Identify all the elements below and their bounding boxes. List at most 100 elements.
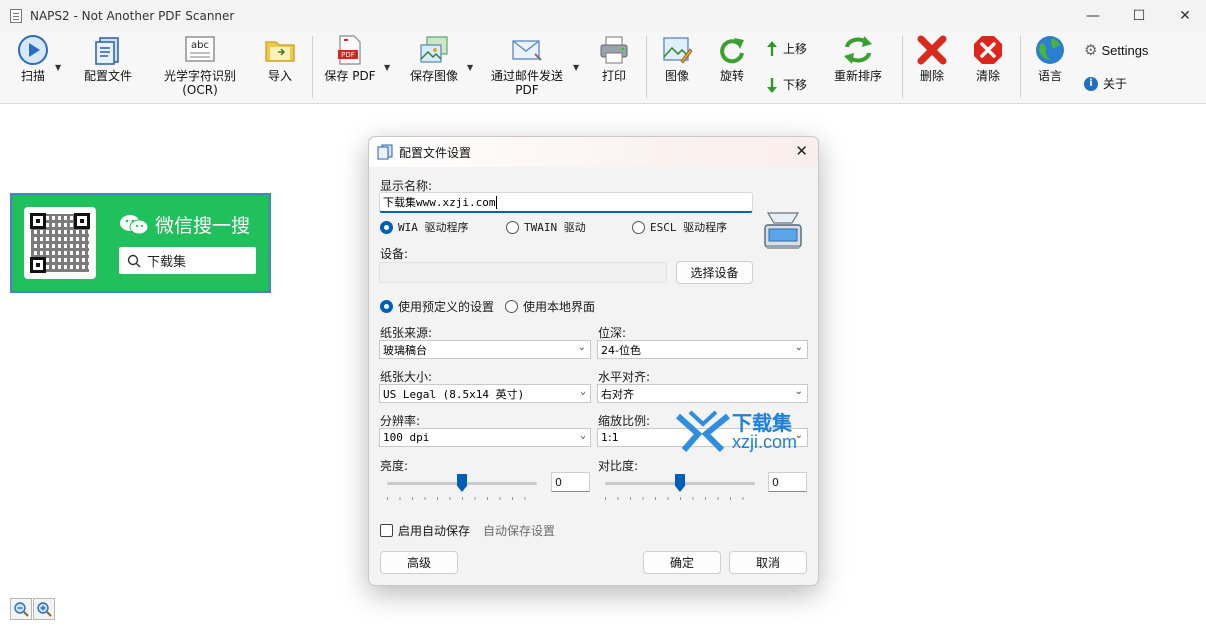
printer-icon bbox=[598, 34, 630, 66]
wechat-banner-image: 微信搜一搜 下载集 bbox=[14, 197, 267, 289]
device-label: 设备: bbox=[380, 247, 409, 261]
escl-driver-radio[interactable]: ESCL 驱动程序 bbox=[632, 219, 727, 235]
rotate-icon bbox=[716, 34, 748, 66]
contrast-slider-thumb[interactable] bbox=[675, 474, 685, 492]
dialog-title-bar: 配置文件设置 ✕ bbox=[369, 137, 818, 167]
paper-source-select[interactable]: 玻璃稿台 ⌄ bbox=[379, 340, 591, 359]
resolution-select[interactable]: 100 dpi ⌄ bbox=[379, 428, 591, 447]
dialog-close-icon[interactable]: ✕ bbox=[795, 142, 808, 160]
svg-text:PDF: PDF bbox=[341, 51, 355, 59]
contrast-label: 对比度: bbox=[598, 459, 639, 473]
zoom-in-button[interactable] bbox=[33, 598, 55, 620]
zoom-out-icon bbox=[14, 602, 29, 617]
brightness-label: 亮度: bbox=[380, 459, 409, 473]
toolbar-separator bbox=[646, 36, 647, 98]
chevron-down-icon: ⌄ bbox=[579, 386, 586, 397]
paper-source-label: 纸张来源: bbox=[380, 326, 433, 340]
toolbar-separator bbox=[312, 36, 313, 98]
chevron-down-icon: ⌄ bbox=[794, 386, 803, 397]
scanner-icon bbox=[764, 212, 802, 249]
email-pdf-button[interactable]: 通过邮件发送 PDF bbox=[488, 34, 566, 102]
watermark-text: 下载集 bbox=[732, 411, 792, 435]
move-down-button[interactable]: 下移 bbox=[766, 76, 807, 93]
ok-button[interactable]: 确定 bbox=[643, 551, 721, 574]
resolution-label: 分辨率: bbox=[380, 414, 421, 428]
use-predefined-settings-radio[interactable]: 使用预定义的设置 bbox=[380, 298, 494, 315]
brightness-input[interactable]: 0 bbox=[551, 472, 590, 492]
title-bar: NAPS2 - Not Another PDF Scanner — ☐ ✕ bbox=[0, 0, 1206, 32]
chevron-down-icon: ⌄ bbox=[577, 342, 586, 353]
ocr-icon: abc bbox=[184, 34, 216, 66]
horizontal-align-select[interactable]: 右对齐 ⌄ bbox=[597, 384, 808, 403]
bit-depth-label: 位深: bbox=[598, 326, 627, 340]
image-button[interactable]: 图像 bbox=[660, 34, 694, 102]
enable-auto-save-checkbox[interactable]: 启用自动保存 bbox=[380, 522, 470, 539]
settings-button[interactable]: ⚙ Settings bbox=[1084, 41, 1148, 59]
device-field bbox=[379, 262, 667, 283]
profiles-button[interactable]: 配置文件 bbox=[80, 34, 136, 102]
save-pdf-dropdown-arrow[interactable]: ▼ bbox=[384, 63, 390, 72]
brightness-slider-thumb[interactable] bbox=[457, 474, 467, 492]
watermark-logo-icon bbox=[676, 410, 730, 453]
brightness-slider[interactable] bbox=[387, 473, 537, 507]
print-button[interactable]: 打印 bbox=[596, 34, 632, 102]
save-pdf-button[interactable]: PDF 保存 PDF bbox=[322, 34, 378, 102]
delete-button[interactable]: 删除 bbox=[914, 34, 950, 102]
page-thumbnail[interactable]: 微信搜一搜 下载集 bbox=[10, 193, 271, 293]
delete-x-icon bbox=[916, 34, 948, 66]
choose-device-button[interactable]: 选择设备 bbox=[676, 261, 753, 284]
wechat-search-box: 下载集 bbox=[119, 247, 256, 274]
import-button[interactable]: 导入 bbox=[262, 34, 298, 102]
reorder-icon bbox=[842, 34, 874, 66]
minimize-button[interactable]: — bbox=[1070, 0, 1116, 32]
gear-icon: ⚙ bbox=[1084, 41, 1098, 59]
images-icon bbox=[418, 34, 450, 66]
contrast-slider[interactable] bbox=[605, 473, 755, 507]
scan-icon bbox=[17, 34, 49, 66]
clear-button[interactable]: 清除 bbox=[970, 34, 1006, 102]
twain-driver-radio[interactable]: TWAIN 驱动 bbox=[506, 219, 586, 235]
save-images-dropdown-arrow[interactable]: ▼ bbox=[467, 63, 473, 72]
email-icon bbox=[511, 34, 543, 66]
chevron-down-icon: ⌄ bbox=[579, 430, 586, 441]
clear-icon bbox=[972, 34, 1004, 66]
bit-depth-select[interactable]: 24-位色 ⌄ bbox=[597, 340, 808, 359]
arrow-up-icon bbox=[767, 40, 777, 56]
dialog-title: 配置文件设置 bbox=[399, 145, 472, 160]
move-up-button[interactable]: 上移 bbox=[766, 40, 807, 57]
qr-code bbox=[24, 207, 96, 279]
about-button[interactable]: i 关于 bbox=[1084, 75, 1127, 92]
auto-save-settings-link[interactable]: 自动保存设置 bbox=[483, 522, 555, 539]
toolbar-separator bbox=[1020, 36, 1021, 98]
zoom-out-button[interactable] bbox=[10, 598, 32, 620]
scan-dropdown-arrow[interactable]: ▼ bbox=[55, 63, 61, 72]
page-size-select[interactable]: US Legal (8.5x14 英寸) ⌄ bbox=[379, 384, 591, 403]
wechat-title: 微信搜一搜 bbox=[119, 211, 250, 238]
reorder-button[interactable]: 重新排序 bbox=[830, 34, 886, 102]
display-name-input[interactable]: 下载集www.xzji.com bbox=[379, 192, 753, 213]
svg-text:abc: abc bbox=[191, 40, 209, 51]
maximize-button[interactable]: ☐ bbox=[1116, 0, 1162, 32]
contrast-input[interactable]: 0 bbox=[768, 472, 807, 492]
advanced-button[interactable]: 高级 bbox=[380, 551, 458, 574]
pdf-icon: PDF bbox=[334, 34, 366, 66]
scan-button[interactable]: 扫描 bbox=[14, 34, 52, 102]
scale-label: 缩放比例: bbox=[598, 414, 651, 428]
page-size-label: 纸张大小: bbox=[380, 370, 433, 384]
profiles-icon bbox=[377, 144, 393, 160]
use-native-ui-radio[interactable]: 使用本地界面 bbox=[505, 298, 595, 315]
email-dropdown-arrow[interactable]: ▼ bbox=[573, 63, 579, 72]
app-icon bbox=[10, 9, 22, 23]
wia-driver-radio[interactable]: WIA 驱动程序 bbox=[380, 219, 469, 235]
wechat-icon bbox=[120, 214, 149, 234]
ocr-button[interactable]: abc 光学字符识别 (OCR) bbox=[160, 34, 240, 102]
chevron-down-icon: ⌄ bbox=[794, 342, 803, 353]
toolbar-separator bbox=[902, 36, 903, 98]
folder-icon bbox=[264, 34, 296, 66]
language-button[interactable]: 语言 bbox=[1032, 34, 1068, 102]
close-window-button[interactable]: ✕ bbox=[1162, 0, 1206, 32]
save-images-button[interactable]: 保存图像 bbox=[406, 34, 462, 102]
cancel-button[interactable]: 取消 bbox=[729, 551, 807, 574]
rotate-button[interactable]: 旋转 bbox=[715, 34, 749, 102]
window-title: NAPS2 - Not Another PDF Scanner bbox=[30, 9, 235, 23]
